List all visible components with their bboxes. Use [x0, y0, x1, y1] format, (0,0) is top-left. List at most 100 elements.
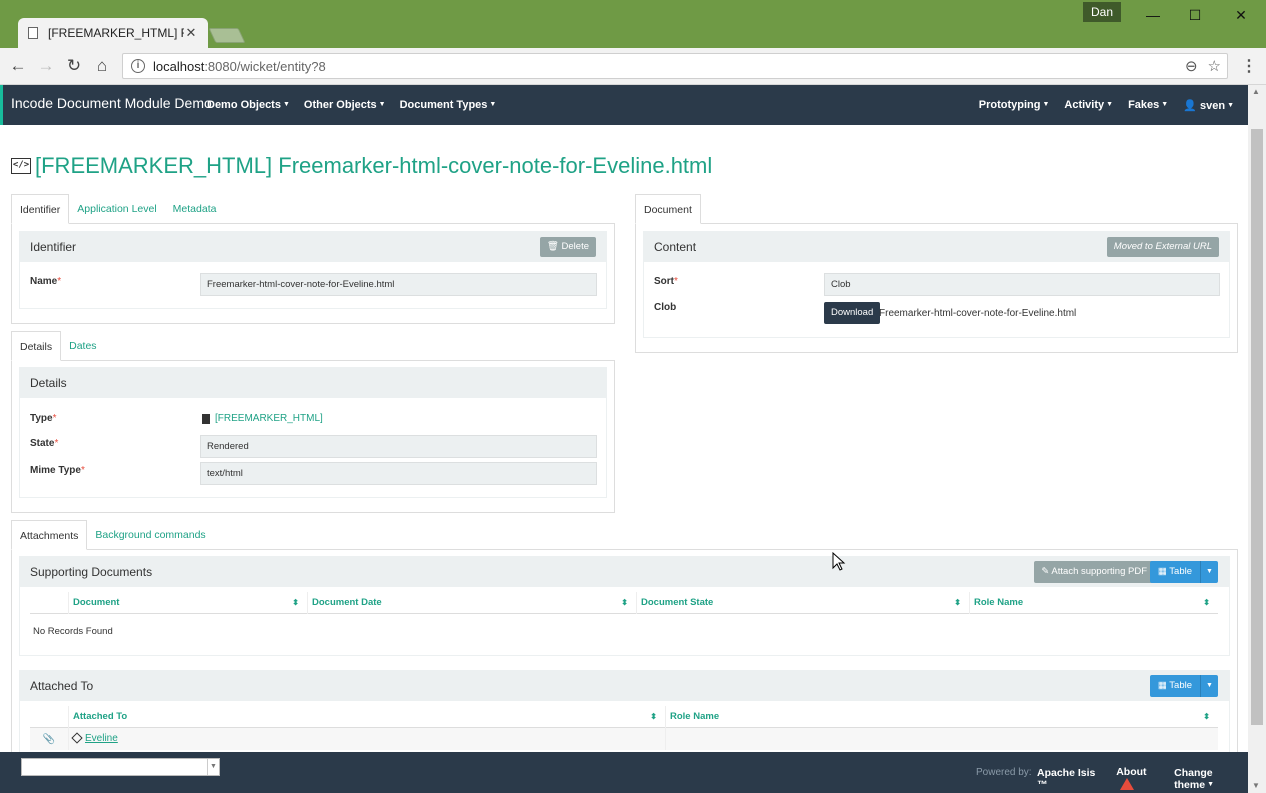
sort-icon[interactable]: ⬍ — [954, 592, 961, 614]
moved-to-external-url-button[interactable]: Moved to External URL — [1106, 237, 1219, 257]
download-button[interactable]: Download — [824, 302, 881, 324]
menu-user[interactable]: 👤 sven ▼ — [1183, 99, 1248, 112]
sort-icon[interactable]: ⬍ — [650, 706, 657, 728]
attached-to-panel: Attached To ▦ Table ▼ Attached To ⬍ Role … — [19, 670, 1230, 752]
navbar-accent — [0, 85, 3, 125]
party-icon — [71, 732, 83, 744]
table-icon-label: ▦ Table — [1157, 566, 1192, 577]
close-window-icon[interactable]: ✕ — [1218, 4, 1264, 26]
menu-fakes[interactable]: Fakes ▼ — [1128, 99, 1168, 112]
supporting-documents-heading: Supporting Documents — [30, 565, 153, 579]
column-document-date[interactable]: Document Date ⬍ — [307, 591, 636, 614]
page-content: </> [FREEMARKER_HTML] Freemarker-html-co… — [0, 125, 1248, 752]
browser-user[interactable]: Dan — [1083, 2, 1121, 22]
state-field[interactable]: Rendered — [200, 435, 597, 458]
type-link[interactable]: [FREEMARKER_HTML] — [215, 413, 323, 424]
maximize-icon[interactable]: ☐ — [1172, 4, 1218, 26]
page-icon — [28, 27, 38, 39]
tab-attachments[interactable]: Attachments — [11, 520, 88, 550]
content-panel: Content Moved to External URL Sort* Clob… — [643, 231, 1230, 338]
menu-prototyping[interactable]: Prototyping ▼ — [979, 99, 1050, 112]
delete-button[interactable]: 🗑 Delete — [539, 237, 596, 257]
zoom-icon[interactable]: ⊖ — [1185, 57, 1198, 75]
name-field[interactable]: Freemarker-html-cover-note-for-Eveline.h… — [200, 273, 597, 296]
minimize-icon[interactable]: — — [1130, 4, 1176, 26]
reload-icon[interactable]: ↻ — [62, 55, 86, 77]
column-attached-to[interactable]: Attached To ⬍ — [68, 705, 665, 728]
sort-field[interactable]: Clob — [824, 273, 1220, 296]
code-icon: </> — [11, 158, 31, 174]
identifier-heading: Identifier — [30, 240, 77, 254]
chevron-down-icon[interactable]: ▼ — [1200, 675, 1218, 697]
bookmark-star-icon[interactable]: ☆ — [1208, 57, 1221, 75]
attachments-tabs: Attachments Background commands — [11, 520, 1238, 550]
column-document[interactable]: Document ⬍ — [68, 591, 307, 614]
app-brand[interactable]: Incode Document Module Demo — [11, 95, 212, 111]
scroll-down-icon[interactable]: ▼ — [1252, 781, 1260, 790]
sort-icon[interactable]: ⬍ — [1203, 706, 1210, 728]
info-icon[interactable]: i — [131, 59, 145, 73]
powered-by-label: Powered by: — [976, 767, 1032, 778]
url-host: localhost — [153, 58, 205, 74]
chevron-down-icon[interactable]: ▼ — [207, 759, 219, 775]
identifier-panel: Identifier 🗑 Delete Name* Freemarker-htm… — [19, 231, 607, 309]
forward-icon[interactable]: → — [34, 55, 58, 77]
column-document-state[interactable]: Document State ⬍ — [636, 591, 969, 614]
menu-other-objects[interactable]: Other Objects ▼ — [304, 99, 386, 111]
tab-metadata[interactable]: Metadata — [165, 194, 225, 224]
scroll-up-icon[interactable]: ▲ — [1252, 87, 1260, 96]
attached-table-header: Attached To ⬍ Role Name ⬍ — [30, 705, 1218, 728]
paperclip-icon[interactable]: 📎 — [30, 734, 68, 745]
user-icon: 👤 — [1183, 100, 1197, 112]
content-heading: Content — [654, 240, 697, 254]
row-icon-column — [30, 706, 68, 728]
document-tabs: Document — [635, 194, 1238, 224]
attached-table-view-button[interactable]: ▦ Table ▼ — [1149, 675, 1218, 697]
change-theme-menu[interactable]: Change theme ▼ — [1174, 767, 1248, 791]
tab-application-level[interactable]: Application Level — [69, 194, 164, 224]
type-label: Type* — [30, 413, 57, 424]
sort-icon[interactable]: ⬍ — [292, 592, 299, 614]
column-role-name[interactable]: Role Name ⬍ — [969, 591, 1218, 614]
new-tab-button[interactable] — [208, 28, 246, 43]
about-link[interactable]: About — [1116, 766, 1160, 791]
menu-activity[interactable]: Activity ▼ — [1064, 99, 1113, 112]
mime-type-field[interactable]: text/html — [200, 462, 597, 485]
mime-type-label: Mime Type* — [30, 465, 85, 476]
apache-isis-link[interactable]: Apache Isis ™ — [1037, 767, 1102, 791]
url-bar[interactable]: i localhost:8080/wicket/entity?8 ⊖ ☆ — [122, 53, 1228, 79]
document-type-icon — [202, 413, 210, 424]
tab-identifier[interactable]: Identifier — [11, 194, 70, 224]
clob-label: Clob — [654, 302, 677, 313]
scroll-thumb[interactable] — [1251, 129, 1263, 725]
clob-filename: Freemarker-html-cover-note-for-Eveline.h… — [879, 308, 1077, 319]
warning-icon — [1120, 778, 1135, 790]
tab-background-commands[interactable]: Background commands — [87, 520, 213, 550]
sort-label: Sort* — [654, 276, 678, 287]
role-name-cell — [665, 728, 1218, 750]
tab-details[interactable]: Details — [11, 331, 62, 361]
attach-supporting-pdf-button[interactable]: ✎ Attach supporting PDF — [1034, 561, 1154, 583]
browser-tab[interactable]: [FREEMARKER_HTML] Fre ✕ — [18, 18, 208, 48]
attached-to-heading: Attached To — [30, 679, 94, 693]
supporting-table-header: Document ⬍ Document Date ⬍ Document State ⬍… — [30, 591, 1218, 614]
sort-icon[interactable]: ⬍ — [621, 592, 628, 614]
menu-document-types[interactable]: Document Types ▼ — [400, 99, 497, 111]
name-label: Name* — [30, 276, 62, 287]
back-icon[interactable]: ← — [6, 55, 30, 77]
sort-icon[interactable]: ⬍ — [1203, 592, 1210, 614]
home-icon[interactable]: ⌂ — [90, 55, 114, 77]
address-toolbar: ← → ↻ ⌂ i localhost:8080/wicket/entity?8… — [0, 48, 1266, 85]
column-role-name[interactable]: Role Name ⬍ — [665, 705, 1218, 728]
tab-dates[interactable]: Dates — [61, 331, 104, 361]
menu-demo-objects[interactable]: Demo Objects ▼ — [207, 99, 290, 111]
page-scrollbar[interactable]: ▲ ▼ — [1248, 85, 1266, 793]
chevron-down-icon[interactable]: ▼ — [1200, 561, 1218, 583]
attached-to-link[interactable]: Eveline — [85, 733, 118, 744]
tab-document[interactable]: Document — [635, 194, 701, 224]
close-icon[interactable]: ✕ — [184, 25, 198, 41]
table-row[interactable]: 📎 Eveline — [30, 728, 1218, 750]
browser-menu-icon[interactable]: ⋮ — [1240, 56, 1258, 78]
theme-select[interactable]: ▼ — [21, 758, 220, 776]
supporting-table-view-button[interactable]: ▦ Table ▼ — [1149, 561, 1218, 583]
